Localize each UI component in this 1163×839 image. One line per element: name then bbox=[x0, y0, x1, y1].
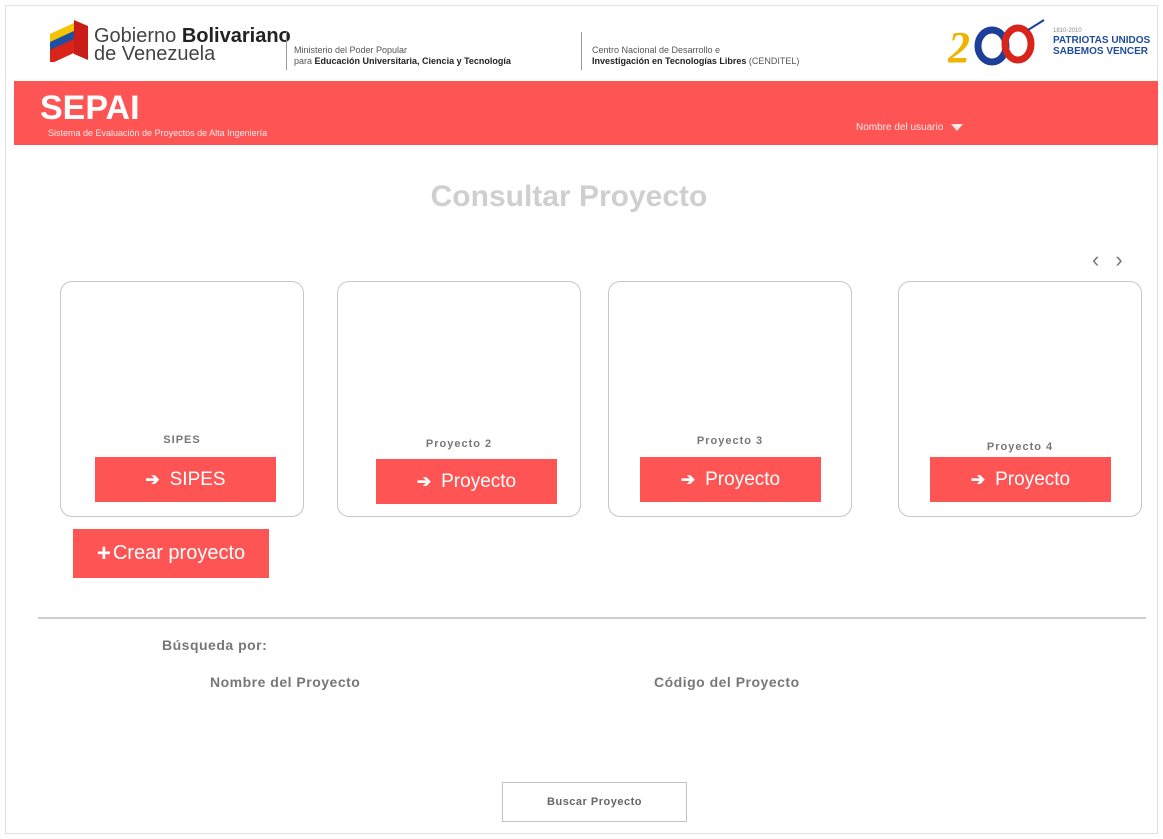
open-project-button[interactable]: ➔ SIPES bbox=[95, 457, 276, 502]
svg-text:2: 2 bbox=[948, 23, 970, 70]
user-name-label: Nombre del usuario bbox=[856, 122, 944, 133]
cenditel-text: Centro Nacional de Desarrollo e Investig… bbox=[592, 45, 799, 67]
open-project-button-label: Proyecto bbox=[705, 468, 781, 490]
ministry-line1: Ministerio del Poder Popular bbox=[294, 45, 408, 55]
centro-line2-bold: Investigación en Tecnologías Libres bbox=[592, 56, 747, 66]
open-project-button[interactable]: ➔ Proyecto bbox=[376, 459, 557, 504]
government-header: Gobierno Bolivariano de Venezuela Minist… bbox=[0, 0, 1163, 80]
slogan-text: 1810-2010 PATRIOTAS UNIDOS SABEMOS VENCE… bbox=[1053, 27, 1150, 57]
caret-down-icon bbox=[951, 124, 964, 131]
venezuela-flag-logo bbox=[50, 20, 88, 62]
section-divider bbox=[38, 617, 1146, 619]
search-heading: Búsqueda por: bbox=[162, 637, 268, 653]
create-project-button[interactable]: + Crear proyecto bbox=[73, 529, 269, 578]
project-card-label: Proyecto 3 bbox=[696, 435, 764, 447]
slogan-line2: SABEMOS VENCER bbox=[1053, 46, 1149, 57]
open-project-button-label: SIPES bbox=[169, 468, 226, 490]
app-subtitle: Sistema de Evaluación de Proyectos de Al… bbox=[48, 128, 268, 138]
app-brand[interactable]: SEPAI bbox=[40, 89, 140, 128]
bicentenario-2010-logo: 2 bbox=[948, 19, 1045, 70]
slogan-years: 1810-2010 bbox=[1053, 28, 1082, 34]
arrow-right-icon: ➔ bbox=[145, 469, 160, 489]
arrow-right-icon: ➔ bbox=[970, 469, 986, 489]
project-card: Proyecto 4 ➔ Proyecto bbox=[898, 281, 1142, 517]
gobierno-bolivariano-text: Gobierno Bolivariano de Venezuela bbox=[94, 26, 291, 65]
gobierno-line2: de Venezuela bbox=[94, 43, 216, 65]
search-project-button[interactable]: Buscar Proyecto bbox=[502, 782, 687, 822]
project-card-label: Proyecto 2 bbox=[425, 438, 493, 450]
arrow-right-icon: ➔ bbox=[416, 471, 432, 491]
project-code-label: Código del Proyecto bbox=[654, 674, 800, 690]
project-name-label: Nombre del Proyecto bbox=[210, 674, 361, 690]
project-card: Proyecto 2 ➔ Proyecto bbox=[337, 281, 581, 517]
header-separator bbox=[286, 32, 287, 70]
open-project-button[interactable]: ➔ Proyecto bbox=[930, 457, 1111, 502]
user-menu[interactable]: Nombre del usuario bbox=[856, 122, 964, 133]
header-separator bbox=[581, 32, 582, 70]
carousel-nav: ‹ › bbox=[1092, 249, 1123, 271]
project-card-label: SIPES bbox=[163, 434, 201, 446]
project-card: SIPES ➔ SIPES bbox=[60, 281, 304, 517]
ministry-line2-prefix: para bbox=[294, 56, 315, 66]
slogan-line1: PATRIOTAS UNIDOS bbox=[1053, 35, 1151, 46]
open-project-button-label: Proyecto bbox=[441, 470, 517, 492]
centro-line2-suffix: (CENDITEL) bbox=[746, 56, 800, 66]
chevron-left-icon[interactable]: ‹ bbox=[1092, 249, 1099, 271]
arrow-right-icon: ➔ bbox=[680, 469, 696, 489]
project-card-label: Proyecto 4 bbox=[986, 441, 1054, 453]
page-title: Consultar Proyecto bbox=[430, 180, 708, 213]
open-project-button-label: Proyecto bbox=[995, 468, 1071, 490]
project-card: Proyecto 3 ➔ Proyecto bbox=[608, 281, 852, 517]
create-project-label: Crear proyecto bbox=[112, 542, 246, 564]
app-navbar: SEPAI Sistema de Evaluación de Proyectos… bbox=[14, 81, 1158, 145]
open-project-button[interactable]: ➔ Proyecto bbox=[640, 457, 821, 502]
ministry-text: Ministerio del Poder Popular para Educac… bbox=[294, 45, 511, 67]
chevron-right-icon[interactable]: › bbox=[1115, 249, 1122, 271]
centro-line1: Centro Nacional de Desarrollo e bbox=[592, 45, 721, 55]
plus-icon: + bbox=[96, 539, 111, 567]
ministry-line2-bold: Educación Universitaria, Ciencia y Tecno… bbox=[314, 56, 511, 66]
